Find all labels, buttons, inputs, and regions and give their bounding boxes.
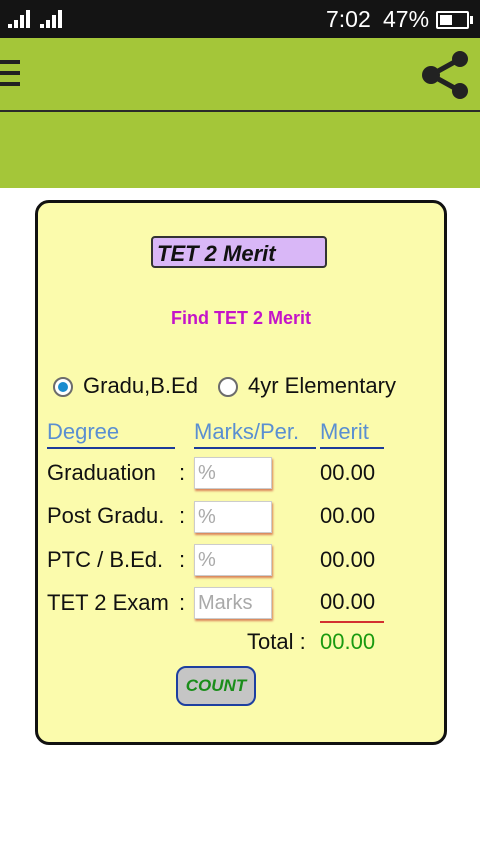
row-label-tet2-exam: TET 2 Exam: [47, 590, 169, 615]
row-label-graduation: Graduation: [47, 460, 156, 485]
signal-icon-2: [40, 10, 66, 28]
header-merit: Merit: [320, 419, 384, 449]
radio-label-gradu-bed: Gradu,B.Ed: [83, 373, 198, 398]
sum-divider: [320, 621, 384, 623]
row-colon: :: [179, 547, 186, 572]
radio-gradu-bed[interactable]: [53, 377, 73, 397]
tet2-exam-input[interactable]: Marks: [194, 587, 272, 619]
toolbar-extension: [0, 112, 480, 188]
graduation-input[interactable]: %: [194, 457, 272, 489]
share-icon[interactable]: [418, 48, 472, 102]
battery-percent: 47%: [383, 6, 430, 32]
menu-icon[interactable]: [0, 58, 22, 88]
page-title: TET 2 Merit: [151, 236, 327, 268]
radio-4yr-elementary[interactable]: [218, 377, 238, 397]
row-colon: :: [179, 503, 186, 528]
subtitle: Find TET 2 Merit: [170, 308, 311, 328]
header-degree: Degree: [47, 419, 175, 449]
radio-label-4yr-elementary: 4yr Elementary: [248, 373, 396, 398]
tet2-exam-merit: 00.00: [320, 589, 376, 614]
ptc-bed-merit: 00.00: [320, 547, 376, 572]
ptc-bed-input[interactable]: %: [194, 544, 272, 576]
signal-icon: [8, 10, 32, 28]
post-gradu-input[interactable]: %: [194, 501, 272, 533]
merit-card: TET 2 Merit Find TET 2 Merit Gradu,B.Ed …: [35, 200, 447, 745]
total-value: 00.00: [320, 629, 376, 654]
total-label: Total :: [247, 629, 306, 654]
app-toolbar: [0, 38, 480, 112]
battery-icon: [436, 11, 473, 29]
row-colon: :: [179, 460, 186, 485]
post-gradu-merit: 00.00: [320, 503, 376, 528]
row-label-post-gradu: Post Gradu.: [47, 503, 165, 528]
row-label-ptc-bed: PTC / B.Ed.: [47, 547, 164, 572]
status-bar: 7:02 47%: [0, 0, 480, 38]
graduation-merit: 00.00: [320, 460, 376, 485]
status-time: 7:02: [326, 6, 371, 32]
header-marks: Marks/Per.: [194, 419, 316, 449]
row-colon: :: [179, 590, 186, 615]
count-button[interactable]: COUNT: [176, 666, 256, 706]
